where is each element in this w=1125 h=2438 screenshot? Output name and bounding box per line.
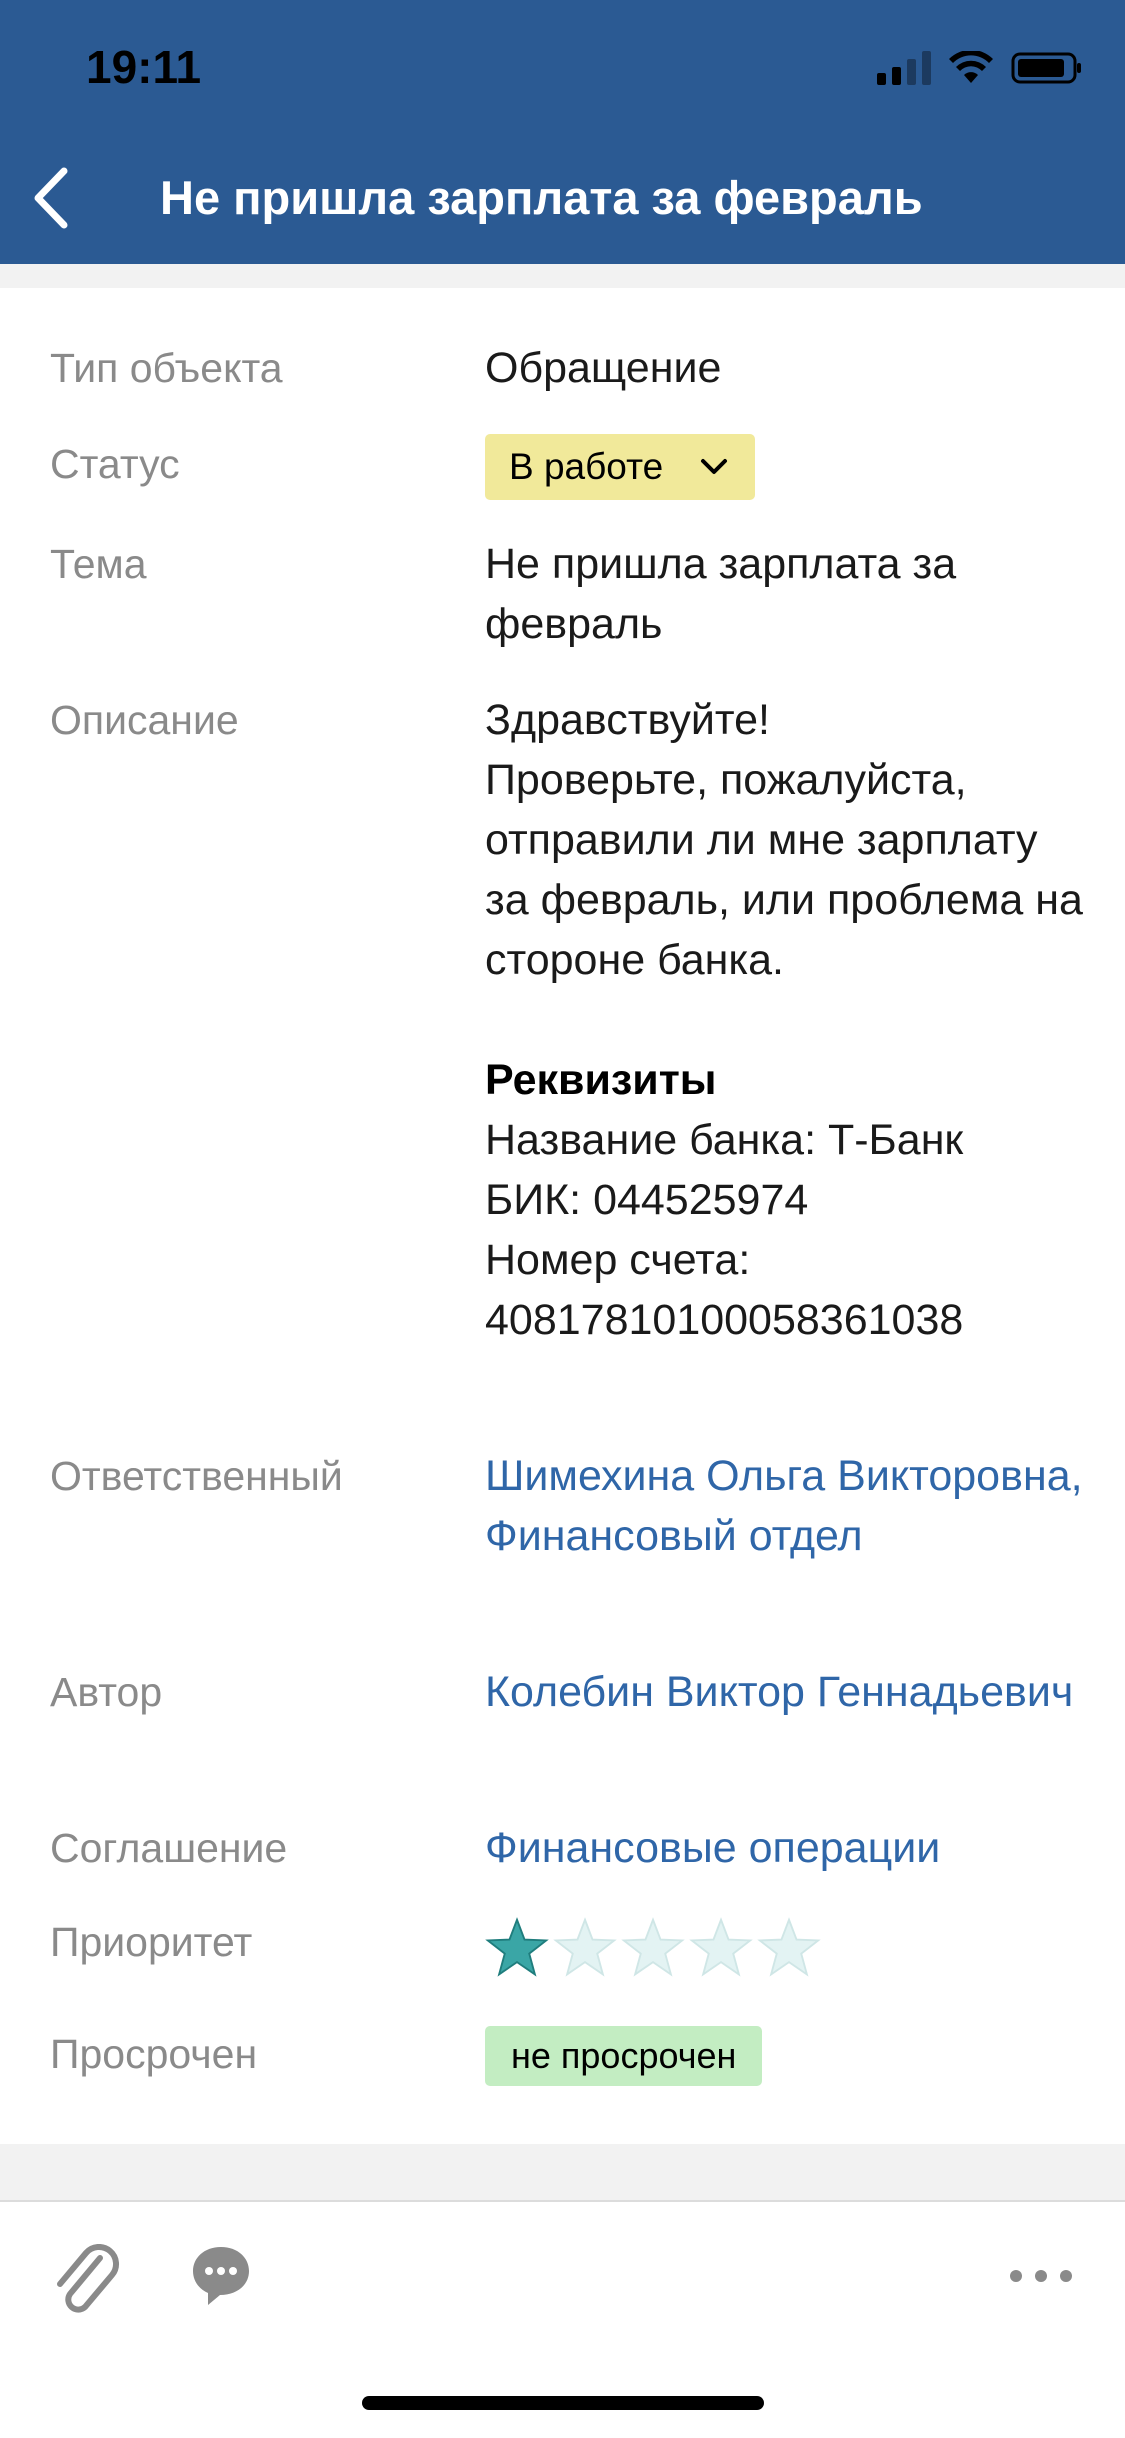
account-label: Номер счета:: [485, 1236, 751, 1284]
battery-icon: [1011, 52, 1081, 84]
priority-rating[interactable]: [485, 1912, 1085, 1980]
author-link[interactable]: Колебин Виктор Геннадьевич: [485, 1662, 1085, 1722]
status-time: 19:11: [86, 41, 202, 93]
cellular-signal-icon: [877, 51, 931, 85]
page-title: Не пришла зарплата за февраль: [160, 171, 923, 224]
status-icons: [877, 48, 1083, 88]
field-label: Статус: [50, 441, 180, 487]
field-label: Просрочен: [50, 2031, 258, 2077]
field-label: Ответственный: [50, 1453, 343, 1499]
bank-name: Название банка: Т-Банк: [485, 1116, 964, 1164]
wifi-icon: [949, 51, 993, 83]
field-label: Тип объекта: [50, 345, 283, 391]
comment-icon[interactable]: [190, 2244, 252, 2308]
bik: БИК: 044525974: [485, 1176, 809, 1224]
app-header: 19:11 Не пришла зарплата за февраль: [0, 0, 1125, 264]
field-label: Описание: [50, 697, 239, 743]
star-empty-icon[interactable]: [757, 1916, 821, 1980]
star-empty-icon[interactable]: [621, 1916, 685, 1980]
field-label: Приоритет: [50, 1919, 253, 1965]
details-heading: Реквизиты: [485, 1056, 717, 1104]
request-details-card: Тип объекта Обращение Статус В работе Те…: [0, 288, 1125, 2144]
status-value: В работе: [509, 446, 664, 487]
object-type-value: Обращение: [485, 344, 722, 392]
back-button[interactable]: [18, 160, 82, 236]
star-empty-icon[interactable]: [553, 1916, 617, 1980]
subject-value: Не пришла зарплата за февраль: [485, 540, 957, 648]
responsible-link[interactable]: Шимехина Ольга Викторовна, Финансовый от…: [485, 1446, 1085, 1566]
field-label: Тема: [50, 541, 147, 587]
paperclip-icon[interactable]: [52, 2244, 122, 2320]
star-filled-icon[interactable]: [485, 1916, 549, 1980]
home-indicator: [362, 2396, 764, 2410]
field-label: Автор: [50, 1669, 163, 1715]
description-text: Здравствуйте! Проверьте, пожалуйста, отп…: [485, 696, 1083, 984]
status-dropdown[interactable]: В работе: [485, 434, 756, 500]
description-value: Здравствуйте! Проверьте, пожалуйста, отп…: [485, 690, 1085, 1350]
account-number: 40817810100058361038: [485, 1296, 964, 1344]
chevron-left-icon: [34, 167, 68, 229]
star-empty-icon[interactable]: [689, 1916, 753, 1980]
overdue-badge: не просрочен: [485, 2026, 763, 2086]
agreement-link[interactable]: Финансовые операции: [485, 1818, 1085, 1878]
field-label: Соглашение: [50, 1825, 288, 1871]
chevron-down-icon: [701, 459, 728, 474]
more-icon[interactable]: [1008, 2268, 1074, 2284]
